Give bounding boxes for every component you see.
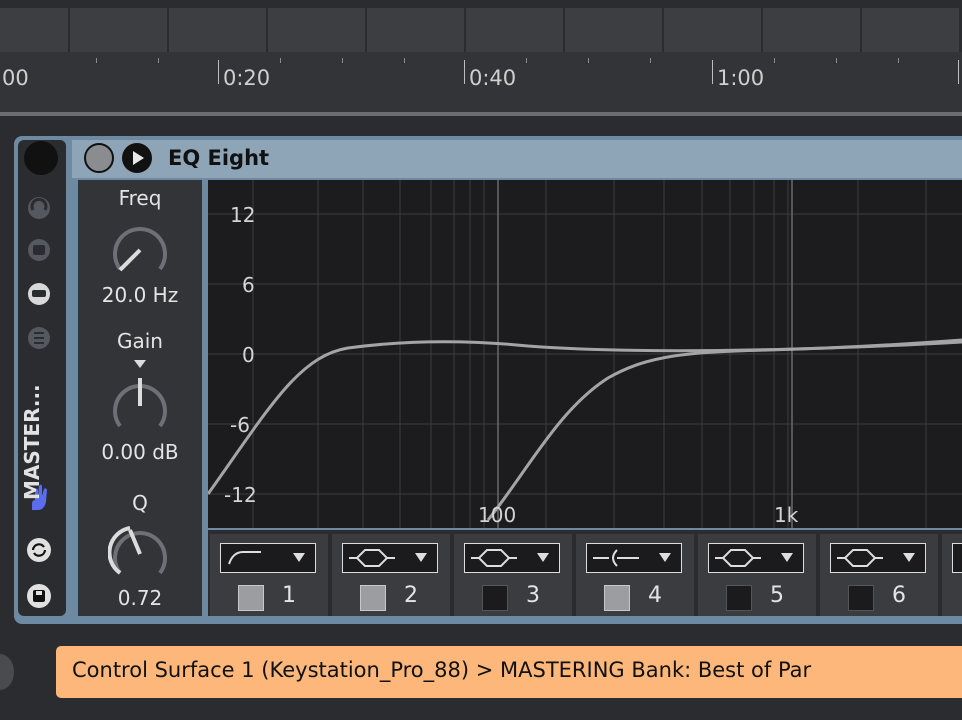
time-label: 0:40 [469, 66, 517, 90]
track-cell[interactable] [367, 8, 464, 52]
time-label: 0:20 [223, 66, 271, 90]
track-cell[interactable] [268, 8, 365, 52]
notch-icon [593, 549, 671, 567]
bell-icon [837, 549, 915, 567]
divider [0, 112, 962, 116]
eq-band-curve [486, 338, 962, 521]
band-number: 1 [282, 583, 296, 608]
gain-label: Gain [117, 329, 163, 353]
band-number: 2 [404, 583, 418, 608]
track-activator-button[interactable] [24, 141, 58, 175]
band-number: 3 [526, 583, 540, 608]
refresh-icon[interactable] [27, 538, 51, 562]
time-label: 1:00 [717, 66, 765, 90]
time-ruler[interactable]: 00 0:20 0:40 1:00 [0, 52, 962, 112]
track-cell[interactable] [0, 8, 68, 52]
q-value[interactable]: 0.72 [78, 586, 202, 610]
band-toggle[interactable] [726, 585, 752, 611]
status-text: Control Surface 1 (Keystation_Pro_88) > … [72, 658, 812, 682]
track-cell[interactable] [862, 8, 959, 52]
track-cell[interactable] [565, 8, 662, 52]
filter-type-select[interactable] [708, 543, 804, 573]
eq-response-curve [208, 340, 962, 495]
band-toggle[interactable] [360, 585, 386, 611]
gain-value[interactable]: 0.00 dB [78, 440, 202, 464]
band-toggle[interactable] [238, 585, 264, 611]
y-tick-label: 6 [242, 273, 255, 297]
filter-type-select[interactable] [586, 543, 682, 573]
track-cell[interactable] [763, 8, 860, 52]
freq-knob[interactable] [108, 214, 172, 278]
y-tick-label: -12 [224, 483, 257, 507]
filter-type-select[interactable] [830, 543, 926, 573]
track-cell[interactable] [664, 8, 761, 52]
band-number: 5 [770, 583, 784, 608]
band-toggle[interactable] [848, 585, 874, 611]
filter-type-select[interactable] [952, 543, 962, 573]
eq-graph[interactable]: 12 6 0 -6 -12 100 1k [208, 180, 962, 528]
filter-type-select[interactable] [342, 543, 438, 573]
play-button[interactable] [122, 143, 152, 173]
filter-type-select[interactable] [464, 543, 560, 573]
track-name-label: MASTER... [20, 384, 44, 500]
bell-icon [715, 549, 793, 567]
y-tick-label: 0 [242, 343, 255, 367]
x-tick-label: 100 [478, 503, 516, 527]
time-label: 00 [2, 66, 29, 90]
freq-value[interactable]: 20.0 Hz [78, 283, 202, 307]
x-tick-label: 1k [774, 503, 799, 527]
y-tick-label: 12 [230, 203, 255, 227]
filter-type-select[interactable] [220, 543, 316, 573]
gain-knob[interactable] [108, 358, 172, 438]
high-pass-icon [228, 551, 305, 565]
band-toggle[interactable] [482, 585, 508, 611]
bell-icon [471, 549, 549, 567]
scroll-handle[interactable] [0, 654, 14, 690]
track-cells [0, 8, 962, 52]
play-icon [133, 151, 144, 165]
device-title: EQ Eight [168, 146, 270, 170]
device-on-button[interactable] [84, 143, 114, 173]
y-tick-label: -6 [230, 413, 250, 437]
track-cell[interactable] [466, 8, 563, 52]
bell-icon [349, 549, 427, 567]
track-cell[interactable] [70, 8, 167, 52]
band-number: 4 [648, 583, 662, 608]
band-number: 6 [892, 583, 906, 608]
q-knob[interactable] [108, 518, 172, 582]
band-toggle[interactable] [604, 585, 630, 611]
freq-label: Freq [118, 186, 162, 210]
track-cell[interactable] [169, 8, 266, 52]
save-icon[interactable] [27, 584, 51, 608]
q-label: Q [132, 491, 148, 515]
